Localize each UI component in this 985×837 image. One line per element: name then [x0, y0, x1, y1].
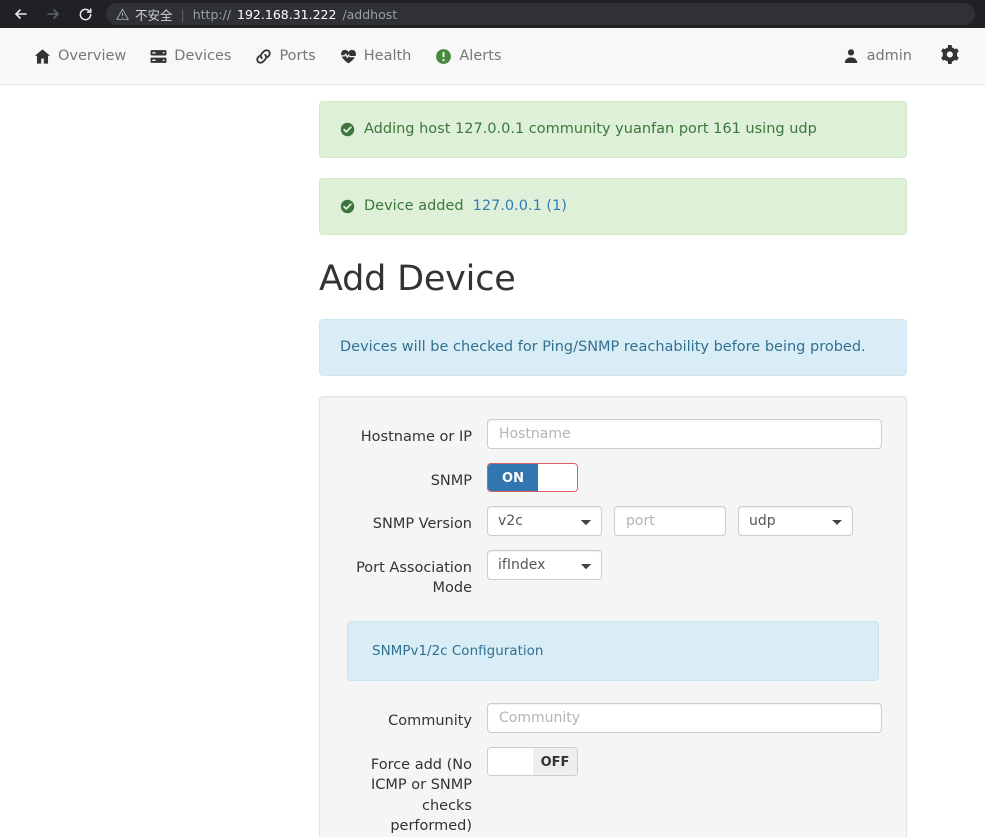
form-row-snmp: SNMP ON: [347, 462, 879, 492]
user-menu[interactable]: admin: [831, 38, 924, 74]
hostname-label: Hostname or IP: [360, 428, 472, 445]
snmp-toggle-on-label: ON: [488, 463, 538, 491]
port-assoc-label: Port Association Mode: [356, 559, 472, 597]
alert-message: Adding host 127.0.0.1 community yuanfan …: [364, 121, 817, 137]
snmp-toggle-off-label: [538, 463, 577, 491]
force-add-toggle[interactable]: OFF: [487, 746, 578, 776]
server-icon: [150, 48, 167, 65]
forward-button[interactable]: [42, 3, 64, 25]
arrow-left-icon: [15, 9, 27, 19]
home-icon: [34, 48, 51, 65]
heartbeat-icon: [340, 48, 357, 65]
add-device-form: Hostname or IP SNMP ON SNMP Version: [319, 395, 907, 837]
alert-circle-icon: [435, 48, 452, 65]
page-body: Adding host 127.0.0.1 community yuanfan …: [0, 85, 985, 837]
form-row-port-assoc: Port Association Mode ifIndex: [347, 549, 879, 599]
sidebar-item-overview[interactable]: Overview: [22, 38, 138, 75]
gear-icon: [940, 44, 959, 68]
app-navbar: Overview Devices Ports Health Alerts adm…: [0, 28, 985, 85]
sidebar-item-label: Ports: [279, 48, 316, 64]
content-container: Adding host 127.0.0.1 community yuanfan …: [319, 101, 907, 837]
community-input[interactable]: [487, 702, 882, 733]
url-path: /addhost: [342, 6, 398, 22]
force-add-toggle-off-label: OFF: [533, 747, 577, 775]
url-host: 192.168.31.222: [237, 6, 337, 22]
user-menu-label: admin: [866, 48, 912, 64]
reload-button[interactable]: [74, 3, 96, 25]
alert-message: Device added: [364, 197, 464, 214]
warning-triangle-icon: [116, 8, 129, 21]
snmp-toggle[interactable]: ON: [487, 462, 578, 492]
alert-adding-host: Adding host 127.0.0.1 community yuanfan …: [319, 101, 907, 158]
community-label: Community: [388, 712, 472, 729]
force-add-label: Force add (No ICMP or SNMP checks perfor…: [370, 756, 472, 835]
link-icon: [255, 48, 272, 65]
omnibox-divider: |: [180, 6, 185, 22]
check-circle-icon: [340, 122, 355, 137]
sidebar-item-label: Alerts: [459, 48, 502, 64]
snmp-version-select[interactable]: v2c: [487, 505, 602, 536]
snmp-label: SNMP: [430, 472, 472, 489]
navbar-left: Overview Devices Ports Health Alerts: [22, 38, 513, 75]
device-link[interactable]: 127.0.0.1 (1): [473, 197, 567, 216]
form-row-community: Community: [347, 702, 882, 733]
form-row-force-add: Force add (No ICMP or SNMP checks perfor…: [347, 746, 879, 837]
snmp-transport-select[interactable]: udp: [738, 505, 853, 536]
sidebar-item-ports[interactable]: Ports: [243, 38, 327, 75]
snmp-port-input[interactable]: [614, 505, 726, 536]
form-row-snmp-version: SNMP Version v2c udp: [347, 505, 879, 536]
arrow-right-icon: [47, 9, 59, 19]
url-scheme: http://: [192, 6, 232, 22]
sidebar-item-health[interactable]: Health: [328, 38, 424, 75]
sidebar-item-devices[interactable]: Devices: [138, 38, 243, 75]
reload-icon: [79, 7, 91, 20]
sidebar-item-alerts[interactable]: Alerts: [423, 38, 513, 75]
browser-toolbar: 不安全 | http:// 192.168.31.222/addhost: [0, 0, 985, 28]
check-circle-icon: [340, 199, 355, 214]
snmp-v1v2c-section-header: SNMPv1/2c Configuration: [347, 620, 879, 681]
reachability-notice: Devices will be checked for Ping/SNMP re…: [319, 318, 907, 376]
sidebar-item-label: Devices: [174, 48, 232, 64]
snmp-version-label: SNMP Version: [372, 515, 472, 532]
force-add-toggle-on-label: [488, 747, 533, 775]
sidebar-item-label: Health: [363, 48, 412, 64]
back-button[interactable]: [10, 3, 32, 25]
alert-device-added: Device added 127.0.0.1 (1): [319, 177, 907, 235]
port-assoc-select[interactable]: ifIndex: [487, 549, 602, 580]
navbar-right: admin: [831, 35, 967, 78]
settings-button[interactable]: [924, 35, 967, 78]
sidebar-item-label: Overview: [58, 48, 127, 64]
hostname-input[interactable]: [487, 418, 882, 449]
form-row-hostname: Hostname or IP: [347, 418, 882, 449]
page-title: Add Device: [319, 258, 516, 299]
user-icon: [843, 48, 859, 64]
insecure-label: 不安全: [135, 7, 173, 23]
address-bar[interactable]: 不安全 | http:// 192.168.31.222/addhost: [106, 3, 975, 25]
